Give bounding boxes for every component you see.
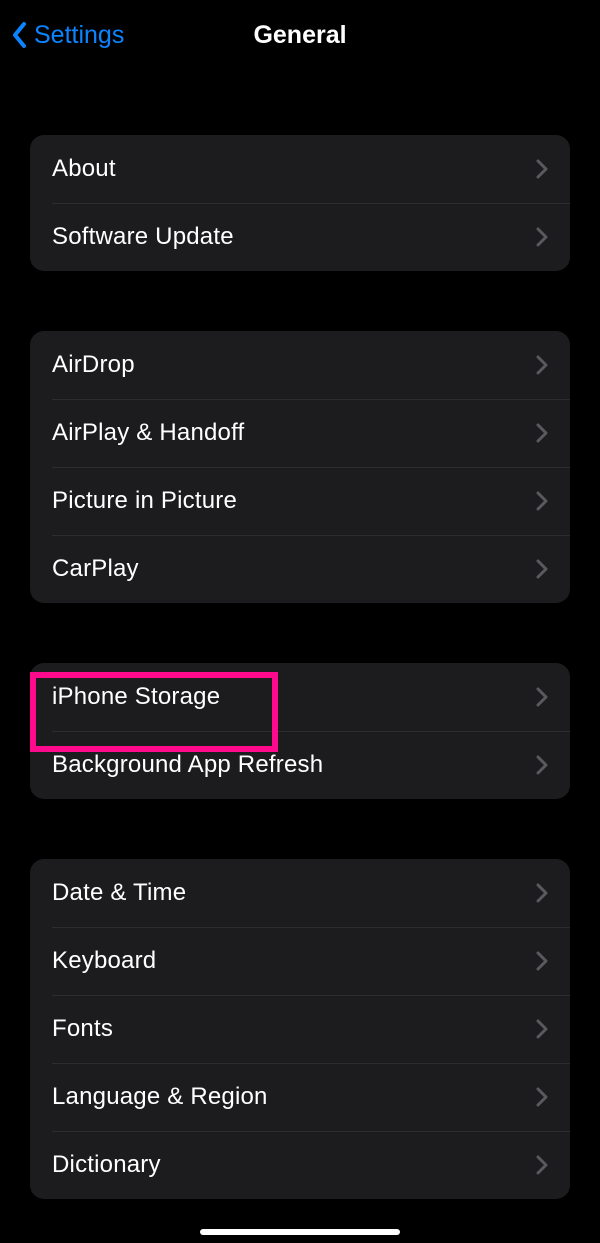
row-label: Background App Refresh xyxy=(52,751,323,779)
row-label: Date & Time xyxy=(52,879,186,907)
chevron-right-icon xyxy=(536,951,548,971)
chevron-right-icon xyxy=(536,559,548,579)
chevron-right-icon xyxy=(536,491,548,511)
row-about[interactable]: About xyxy=(30,135,570,203)
row-label: Keyboard xyxy=(52,947,156,975)
back-label: Settings xyxy=(34,21,124,50)
chevron-right-icon xyxy=(536,687,548,707)
row-label: AirPlay & Handoff xyxy=(52,419,244,447)
settings-group-airplay: AirDrop AirPlay & Handoff Picture in Pic… xyxy=(30,331,570,603)
row-label: AirDrop xyxy=(52,351,135,379)
row-label: Fonts xyxy=(52,1015,113,1043)
chevron-right-icon xyxy=(536,1087,548,1107)
chevron-right-icon xyxy=(536,1019,548,1039)
row-background-app-refresh[interactable]: Background App Refresh xyxy=(30,731,570,799)
chevron-right-icon xyxy=(536,227,548,247)
row-label: Dictionary xyxy=(52,1151,161,1179)
settings-group-about: About Software Update xyxy=(30,135,570,271)
row-label: Software Update xyxy=(52,223,234,251)
home-indicator[interactable] xyxy=(200,1229,400,1235)
row-carplay[interactable]: CarPlay xyxy=(30,535,570,603)
settings-content: About Software Update AirDrop AirPlay & … xyxy=(0,70,600,1199)
back-button[interactable]: Settings xyxy=(10,20,124,50)
settings-group-storage: iPhone Storage Background App Refresh xyxy=(30,663,570,799)
row-iphone-storage[interactable]: iPhone Storage xyxy=(30,663,570,731)
navigation-bar: Settings General xyxy=(0,0,600,70)
chevron-right-icon xyxy=(536,423,548,443)
chevron-right-icon xyxy=(536,355,548,375)
row-label: iPhone Storage xyxy=(52,683,220,711)
row-keyboard[interactable]: Keyboard xyxy=(30,927,570,995)
row-fonts[interactable]: Fonts xyxy=(30,995,570,1063)
row-date-time[interactable]: Date & Time xyxy=(30,859,570,927)
settings-group-system: Date & Time Keyboard Fonts Language & Re… xyxy=(30,859,570,1199)
chevron-right-icon xyxy=(536,159,548,179)
row-label: Picture in Picture xyxy=(52,487,237,515)
chevron-right-icon xyxy=(536,883,548,903)
row-language-region[interactable]: Language & Region xyxy=(30,1063,570,1131)
row-label: About xyxy=(52,155,116,183)
row-picture-in-picture[interactable]: Picture in Picture xyxy=(30,467,570,535)
row-airdrop[interactable]: AirDrop xyxy=(30,331,570,399)
row-airplay-handoff[interactable]: AirPlay & Handoff xyxy=(30,399,570,467)
row-label: CarPlay xyxy=(52,555,139,583)
chevron-right-icon xyxy=(536,1155,548,1175)
row-dictionary[interactable]: Dictionary xyxy=(30,1131,570,1199)
chevron-right-icon xyxy=(536,755,548,775)
row-software-update[interactable]: Software Update xyxy=(30,203,570,271)
page-title: General xyxy=(253,21,346,50)
chevron-left-icon xyxy=(10,20,30,50)
row-label: Language & Region xyxy=(52,1083,268,1111)
